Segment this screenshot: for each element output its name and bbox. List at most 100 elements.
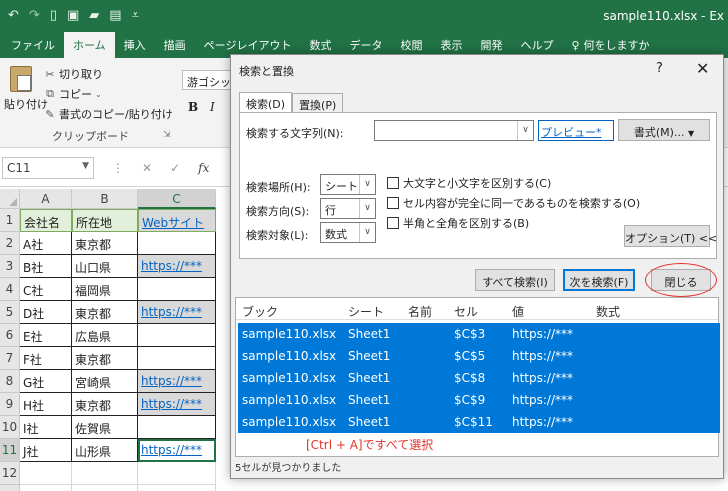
dialog-launcher-icon[interactable]: ⇲ <box>163 130 171 140</box>
column-header-c[interactable]: C <box>138 189 216 209</box>
column-header-book[interactable]: ブック <box>242 303 278 320</box>
sheet-cell[interactable] <box>138 324 216 347</box>
undo-icon[interactable]: ↶ <box>8 8 19 23</box>
chevron-down-icon[interactable]: ∨ <box>517 121 533 140</box>
sheet-cell[interactable]: D社 <box>20 301 72 324</box>
column-header-b[interactable]: B <box>72 189 138 209</box>
row-header[interactable]: 1 <box>0 209 20 232</box>
sheet-cell[interactable] <box>138 462 216 485</box>
match-case-checkbox[interactable]: 大文字と小文字を区別する(C) <box>387 175 551 191</box>
customize-qat-icon[interactable]: ⩡ <box>132 8 139 23</box>
sheet-cell[interactable]: F社 <box>20 347 72 370</box>
sheet-cell[interactable]: 福岡県 <box>72 278 138 301</box>
sheet-cell[interactable]: 東京都 <box>72 301 138 324</box>
help-icon[interactable]: ? <box>656 61 663 76</box>
column-header-a[interactable]: A <box>20 189 72 209</box>
within-select[interactable]: シート ∨ <box>320 174 376 195</box>
sheet-cell[interactable]: I社 <box>20 416 72 439</box>
paste-icon[interactable] <box>10 66 32 92</box>
result-row[interactable]: sample110.xlsx Sheet1 $C$11 https://*** <box>238 411 720 433</box>
sheet-cell[interactable] <box>138 232 216 255</box>
row-header[interactable]: 5 <box>0 301 20 324</box>
open-folder-icon[interactable]: ▰ <box>89 8 99 23</box>
row-header[interactable]: 6 <box>0 324 20 347</box>
row-header[interactable]: 12 <box>0 462 20 485</box>
format-painter-button[interactable]: ✎ 書式のコピー/貼り付け <box>44 106 172 122</box>
row-header[interactable]: 11 <box>0 439 20 462</box>
tab-file[interactable]: ファイル <box>2 37 64 58</box>
cancel-icon[interactable]: ✕ <box>142 161 152 175</box>
result-row[interactable]: sample110.xlsx Sheet1 $C$9 https://*** <box>238 389 720 411</box>
sheet-cell[interactable]: 佐賀県 <box>72 416 138 439</box>
sheet-cell[interactable]: H社 <box>20 393 72 416</box>
format-button[interactable]: 書式(M)... ▼ <box>618 119 710 141</box>
sheet-cell[interactable]: 東京都 <box>72 393 138 416</box>
sheet-cell[interactable]: https://*** <box>138 393 216 416</box>
redo-icon[interactable]: ↷ <box>29 8 40 23</box>
row-header[interactable]: 7 <box>0 347 20 370</box>
look-in-select[interactable]: 数式 ∨ <box>320 222 376 243</box>
new-file-icon[interactable]: ▯ <box>50 8 57 23</box>
row-header[interactable]: 9 <box>0 393 20 416</box>
sheet-cell[interactable]: J社 <box>20 439 72 462</box>
sheet-cell[interactable]: 東京都 <box>72 347 138 370</box>
row-header[interactable]: 2 <box>0 232 20 255</box>
sheet-cell[interactable] <box>138 278 216 301</box>
find-what-input[interactable]: ∨ <box>374 120 534 141</box>
insert-function-icon[interactable]: fx <box>198 161 209 175</box>
sheet-cell[interactable]: E社 <box>20 324 72 347</box>
copy-button[interactable]: ⧉ コピー ⌄ <box>44 86 102 102</box>
sheet-cell[interactable] <box>20 485 72 491</box>
row-header[interactable]: 10 <box>0 416 20 439</box>
row-header[interactable]: 13 <box>0 485 20 491</box>
result-row[interactable]: sample110.xlsx Sheet1 $C$5 https://*** <box>238 345 720 367</box>
sheet-cell[interactable] <box>20 462 72 485</box>
tab-draw[interactable]: 描画 <box>155 37 195 58</box>
chevron-down-icon[interactable]: ∨ <box>359 223 375 242</box>
match-byte-checkbox[interactable]: 半角と全角を区別する(B) <box>387 215 529 231</box>
options-button[interactable]: オプション(T) << <box>624 225 717 247</box>
sheet-cell[interactable] <box>72 462 138 485</box>
print-preview-icon[interactable]: ▣ <box>67 8 79 23</box>
sheet-cell[interactable]: B社 <box>20 255 72 278</box>
sheet-cell[interactable]: G社 <box>20 370 72 393</box>
sheet-cell[interactable] <box>138 485 216 491</box>
sheet-cell[interactable]: 山形県 <box>72 439 138 462</box>
find-next-button[interactable]: 次を検索(F) <box>563 269 635 291</box>
header-cell[interactable]: Webサイト <box>138 209 216 232</box>
select-all-corner[interactable] <box>0 189 20 209</box>
sheet-cell[interactable]: https://*** <box>138 439 216 462</box>
chevron-down-icon[interactable]: ∨ <box>359 199 375 218</box>
tab-insert[interactable]: 挿入 <box>115 37 155 58</box>
column-header-name[interactable]: 名前 <box>408 303 432 320</box>
result-row[interactable]: sample110.xlsx Sheet1 $C$8 https://*** <box>238 367 720 389</box>
find-all-button[interactable]: すべて検索(I) <box>475 269 555 291</box>
row-header[interactable]: 3 <box>0 255 20 278</box>
sheet-cell[interactable]: 東京都 <box>72 232 138 255</box>
sheet-cell[interactable]: C社 <box>20 278 72 301</box>
match-entire-checkbox[interactable]: セル内容が完全に同一であるものを検索する(O) <box>387 195 640 211</box>
results-list[interactable]: ブック シート 名前 セル 値 数式 sample110.xlsx Sheet1 $… <box>235 297 720 457</box>
column-header-value[interactable]: 値 <box>512 303 524 320</box>
save-icon[interactable]: ▤ <box>109 8 121 23</box>
close-icon[interactable]: ✕ <box>696 59 709 78</box>
header-cell[interactable]: 所在地 <box>72 209 138 232</box>
paste-button-label[interactable]: 貼り付け <box>4 96 48 112</box>
enter-icon[interactable]: ✓ <box>170 161 180 175</box>
sheet-cell[interactable]: 広島県 <box>72 324 138 347</box>
sheet-cell[interactable]: https://*** <box>138 301 216 324</box>
sheet-cell[interactable]: 宮崎県 <box>72 370 138 393</box>
name-box[interactable]: C11 ▼ <box>2 157 94 179</box>
header-cell[interactable]: 会社名 <box>20 209 72 232</box>
sheet-cell[interactable] <box>72 485 138 491</box>
italic-button[interactable]: I <box>210 100 215 114</box>
sheet-cell[interactable]: A社 <box>20 232 72 255</box>
chevron-down-icon[interactable]: ∨ <box>359 175 375 194</box>
row-header[interactable]: 8 <box>0 370 20 393</box>
sheet-cell[interactable] <box>138 347 216 370</box>
chevron-down-icon[interactable]: ▼ <box>82 161 89 171</box>
bold-button[interactable]: B <box>188 100 198 114</box>
tab-home[interactable]: ホーム <box>64 32 115 58</box>
row-header[interactable]: 4 <box>0 278 20 301</box>
column-header-sheet[interactable]: シート <box>348 303 384 320</box>
